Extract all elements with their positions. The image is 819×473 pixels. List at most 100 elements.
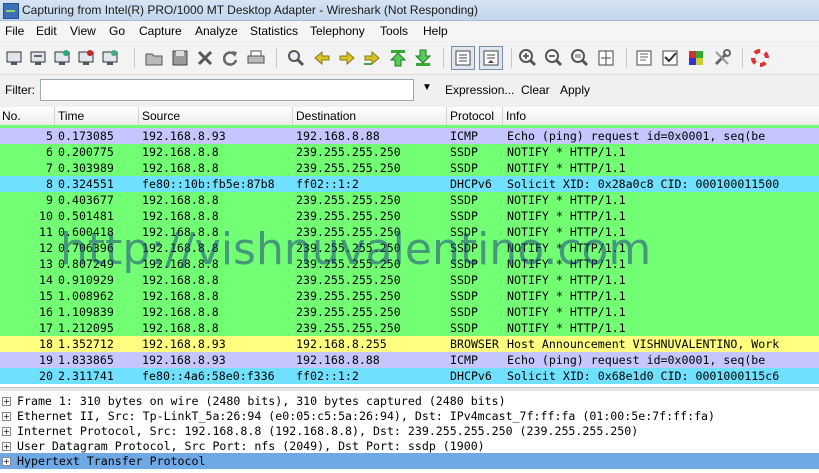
packet-source: 192.168.8.8 bbox=[142, 305, 219, 319]
go-first-icon[interactable] bbox=[388, 48, 408, 68]
go-to-packet-icon[interactable] bbox=[362, 48, 382, 68]
column-destination[interactable]: Destination bbox=[296, 109, 356, 123]
packet-row[interactable]: 16 1.109839 192.168.8.8 239.255.255.250 SSDP… bbox=[0, 304, 819, 320]
packet-row[interactable]: 6 0.200775 192.168.8.8 239.255.255.250 SSDP N… bbox=[0, 144, 819, 160]
detail-row[interactable]: + Hypertext Transfer Protocol bbox=[0, 453, 819, 469]
filter-dropdown-icon[interactable]: ▼ bbox=[422, 82, 432, 93]
help-icon[interactable] bbox=[750, 48, 770, 68]
column-divider[interactable] bbox=[292, 107, 293, 125]
capture-stop-icon[interactable] bbox=[76, 48, 96, 68]
packet-row[interactable]: 8 0.324551 fe80::10b:fb5e:87b8 ff02::1:2 DHC… bbox=[0, 176, 819, 192]
packet-details[interactable]: + Frame 1: 310 bytes on wire (2480 bits),… bbox=[0, 391, 819, 473]
detail-row[interactable]: + Ethernet II, Src: Tp-LinkT_5a:26:94 (e0… bbox=[0, 408, 819, 424]
detail-row[interactable]: + Frame 1: 310 bytes on wire (2480 bits),… bbox=[0, 393, 819, 409]
capture-options-icon[interactable] bbox=[28, 48, 48, 68]
save-file-icon[interactable] bbox=[170, 48, 190, 68]
expand-icon[interactable]: + bbox=[2, 397, 11, 406]
packet-row[interactable]: 14 0.910929 192.168.8.8 239.255.255.250 SSDP… bbox=[0, 272, 819, 288]
close-file-icon[interactable] bbox=[195, 48, 215, 68]
packet-row[interactable]: 5 0.173085 192.168.8.93 192.168.8.88 ICMP Ech… bbox=[0, 128, 819, 144]
packet-time: 1.008962 bbox=[58, 289, 114, 303]
capture-start-icon[interactable] bbox=[52, 48, 72, 68]
menu-view[interactable]: View bbox=[70, 24, 96, 38]
window-title: Capturing from Intel(R) PRO/1000 MT Desk… bbox=[22, 3, 478, 17]
expand-icon[interactable]: + bbox=[2, 457, 11, 466]
packet-protocol: ICMP bbox=[450, 129, 478, 143]
column-info[interactable]: Info bbox=[506, 109, 526, 123]
menu-file[interactable]: File bbox=[5, 24, 24, 38]
menu-go[interactable]: Go bbox=[109, 24, 125, 38]
detail-row[interactable]: + User Datagram Protocol, Src Port: nfs (… bbox=[0, 438, 819, 454]
resize-columns-icon[interactable] bbox=[596, 48, 616, 68]
packet-row[interactable]: 10 0.501481 192.168.8.8 239.255.255.250 SSDP… bbox=[0, 208, 819, 224]
expand-icon[interactable]: + bbox=[2, 412, 11, 421]
packet-row[interactable]: 17 1.212095 192.168.8.8 239.255.255.250 SSDP… bbox=[0, 320, 819, 336]
column-divider[interactable] bbox=[502, 107, 503, 125]
column-protocol[interactable]: Protocol bbox=[450, 109, 494, 123]
filter-input[interactable] bbox=[40, 79, 414, 101]
preferences-icon[interactable] bbox=[712, 48, 732, 68]
apply-button[interactable]: Apply bbox=[560, 83, 590, 97]
packet-protocol: DHCPv6 bbox=[450, 177, 492, 191]
packet-protocol: ICMP bbox=[450, 353, 478, 367]
packet-protocol: SSDP bbox=[450, 305, 478, 319]
packet-row[interactable]: 9 0.403677 192.168.8.8 239.255.255.250 SSDP N… bbox=[0, 192, 819, 208]
packet-row[interactable]: 18 1.352712 192.168.8.93 192.168.8.255 BROWS… bbox=[0, 336, 819, 352]
packet-row[interactable]: 15 1.008962 192.168.8.8 239.255.255.250 SSDP… bbox=[0, 288, 819, 304]
menu-telephony[interactable]: Telephony bbox=[310, 24, 365, 38]
packet-row[interactable]: 13 0.807249 192.168.8.8 239.255.255.250 SSDP… bbox=[0, 256, 819, 272]
packet-no: 5 bbox=[46, 129, 53, 143]
column-time[interactable]: Time bbox=[58, 109, 84, 123]
detail-text: User Datagram Protocol, Src Port: nfs (2… bbox=[17, 439, 485, 453]
column-divider[interactable] bbox=[54, 107, 55, 125]
column-divider[interactable] bbox=[138, 107, 139, 125]
expression-button[interactable]: Expression... bbox=[445, 83, 514, 97]
coloring-rules-icon[interactable] bbox=[686, 48, 706, 68]
packet-time: 1.833865 bbox=[58, 353, 114, 367]
packet-row[interactable]: 11 0.600418 192.168.8.8 239.255.255.250 SSDP… bbox=[0, 224, 819, 240]
detail-row[interactable]: + Internet Protocol, Src: 192.168.8.8 (19… bbox=[0, 423, 819, 439]
packet-source: 192.168.8.8 bbox=[142, 289, 219, 303]
menu-edit[interactable]: Edit bbox=[36, 24, 57, 38]
colorize-icon[interactable] bbox=[451, 46, 475, 70]
menu-help[interactable]: Help bbox=[423, 24, 448, 38]
packet-no: 16 bbox=[39, 305, 53, 319]
column-no[interactable]: No. bbox=[2, 109, 21, 123]
packet-source: 192.168.8.8 bbox=[142, 273, 219, 287]
print-icon[interactable] bbox=[246, 48, 266, 68]
expand-icon[interactable]: + bbox=[2, 442, 11, 451]
auto-scroll-icon[interactable] bbox=[479, 46, 503, 70]
packet-source: 192.168.8.93 bbox=[142, 353, 226, 367]
find-packet-icon[interactable] bbox=[286, 48, 306, 68]
open-file-icon[interactable] bbox=[144, 48, 164, 68]
column-divider[interactable] bbox=[446, 107, 447, 125]
packet-row[interactable]: 19 1.833865 192.168.8.93 192.168.8.88 ICMP Ec… bbox=[0, 352, 819, 368]
menu-capture[interactable]: Capture bbox=[139, 24, 182, 38]
go-back-icon[interactable] bbox=[312, 48, 332, 68]
reload-icon[interactable] bbox=[220, 48, 240, 68]
zoom-normal-icon[interactable] bbox=[570, 48, 590, 68]
menu-tools[interactable]: Tools bbox=[380, 24, 408, 38]
detail-text: Hypertext Transfer Protocol bbox=[17, 454, 206, 468]
packet-row[interactable]: 12 0.706396 192.168.8.8 239.255.255.250 SSDP… bbox=[0, 240, 819, 256]
display-filters-icon[interactable] bbox=[660, 48, 680, 68]
capture-filters-icon[interactable] bbox=[634, 48, 654, 68]
zoom-out-icon[interactable] bbox=[544, 48, 564, 68]
packet-list[interactable]: 5 0.173085 192.168.8.93 192.168.8.88 ICMP Ech… bbox=[0, 125, 819, 387]
go-last-icon[interactable] bbox=[413, 48, 433, 68]
packet-no: 8 bbox=[46, 177, 53, 191]
expand-icon[interactable]: + bbox=[2, 427, 11, 436]
zoom-in-icon[interactable] bbox=[518, 48, 538, 68]
go-forward-icon[interactable] bbox=[337, 48, 357, 68]
menu-analyze[interactable]: Analyze bbox=[195, 24, 238, 38]
column-source[interactable]: Source bbox=[142, 109, 180, 123]
packet-row[interactable]: 20 2.311741 fe80::4a6:58e0:f336 ff02::1:2 DH… bbox=[0, 368, 819, 384]
clear-button[interactable]: Clear bbox=[521, 83, 550, 97]
packet-destination: 192.168.8.88 bbox=[296, 353, 380, 367]
interface-list-icon[interactable] bbox=[4, 48, 24, 68]
capture-restart-icon[interactable] bbox=[100, 48, 120, 68]
packet-info: NOTIFY * HTTP/1.1 bbox=[507, 145, 626, 159]
menu-statistics[interactable]: Statistics bbox=[250, 24, 298, 38]
packet-time: 1.109839 bbox=[58, 305, 114, 319]
packet-row[interactable]: 7 0.303989 192.168.8.8 239.255.255.250 SSDP N… bbox=[0, 160, 819, 176]
